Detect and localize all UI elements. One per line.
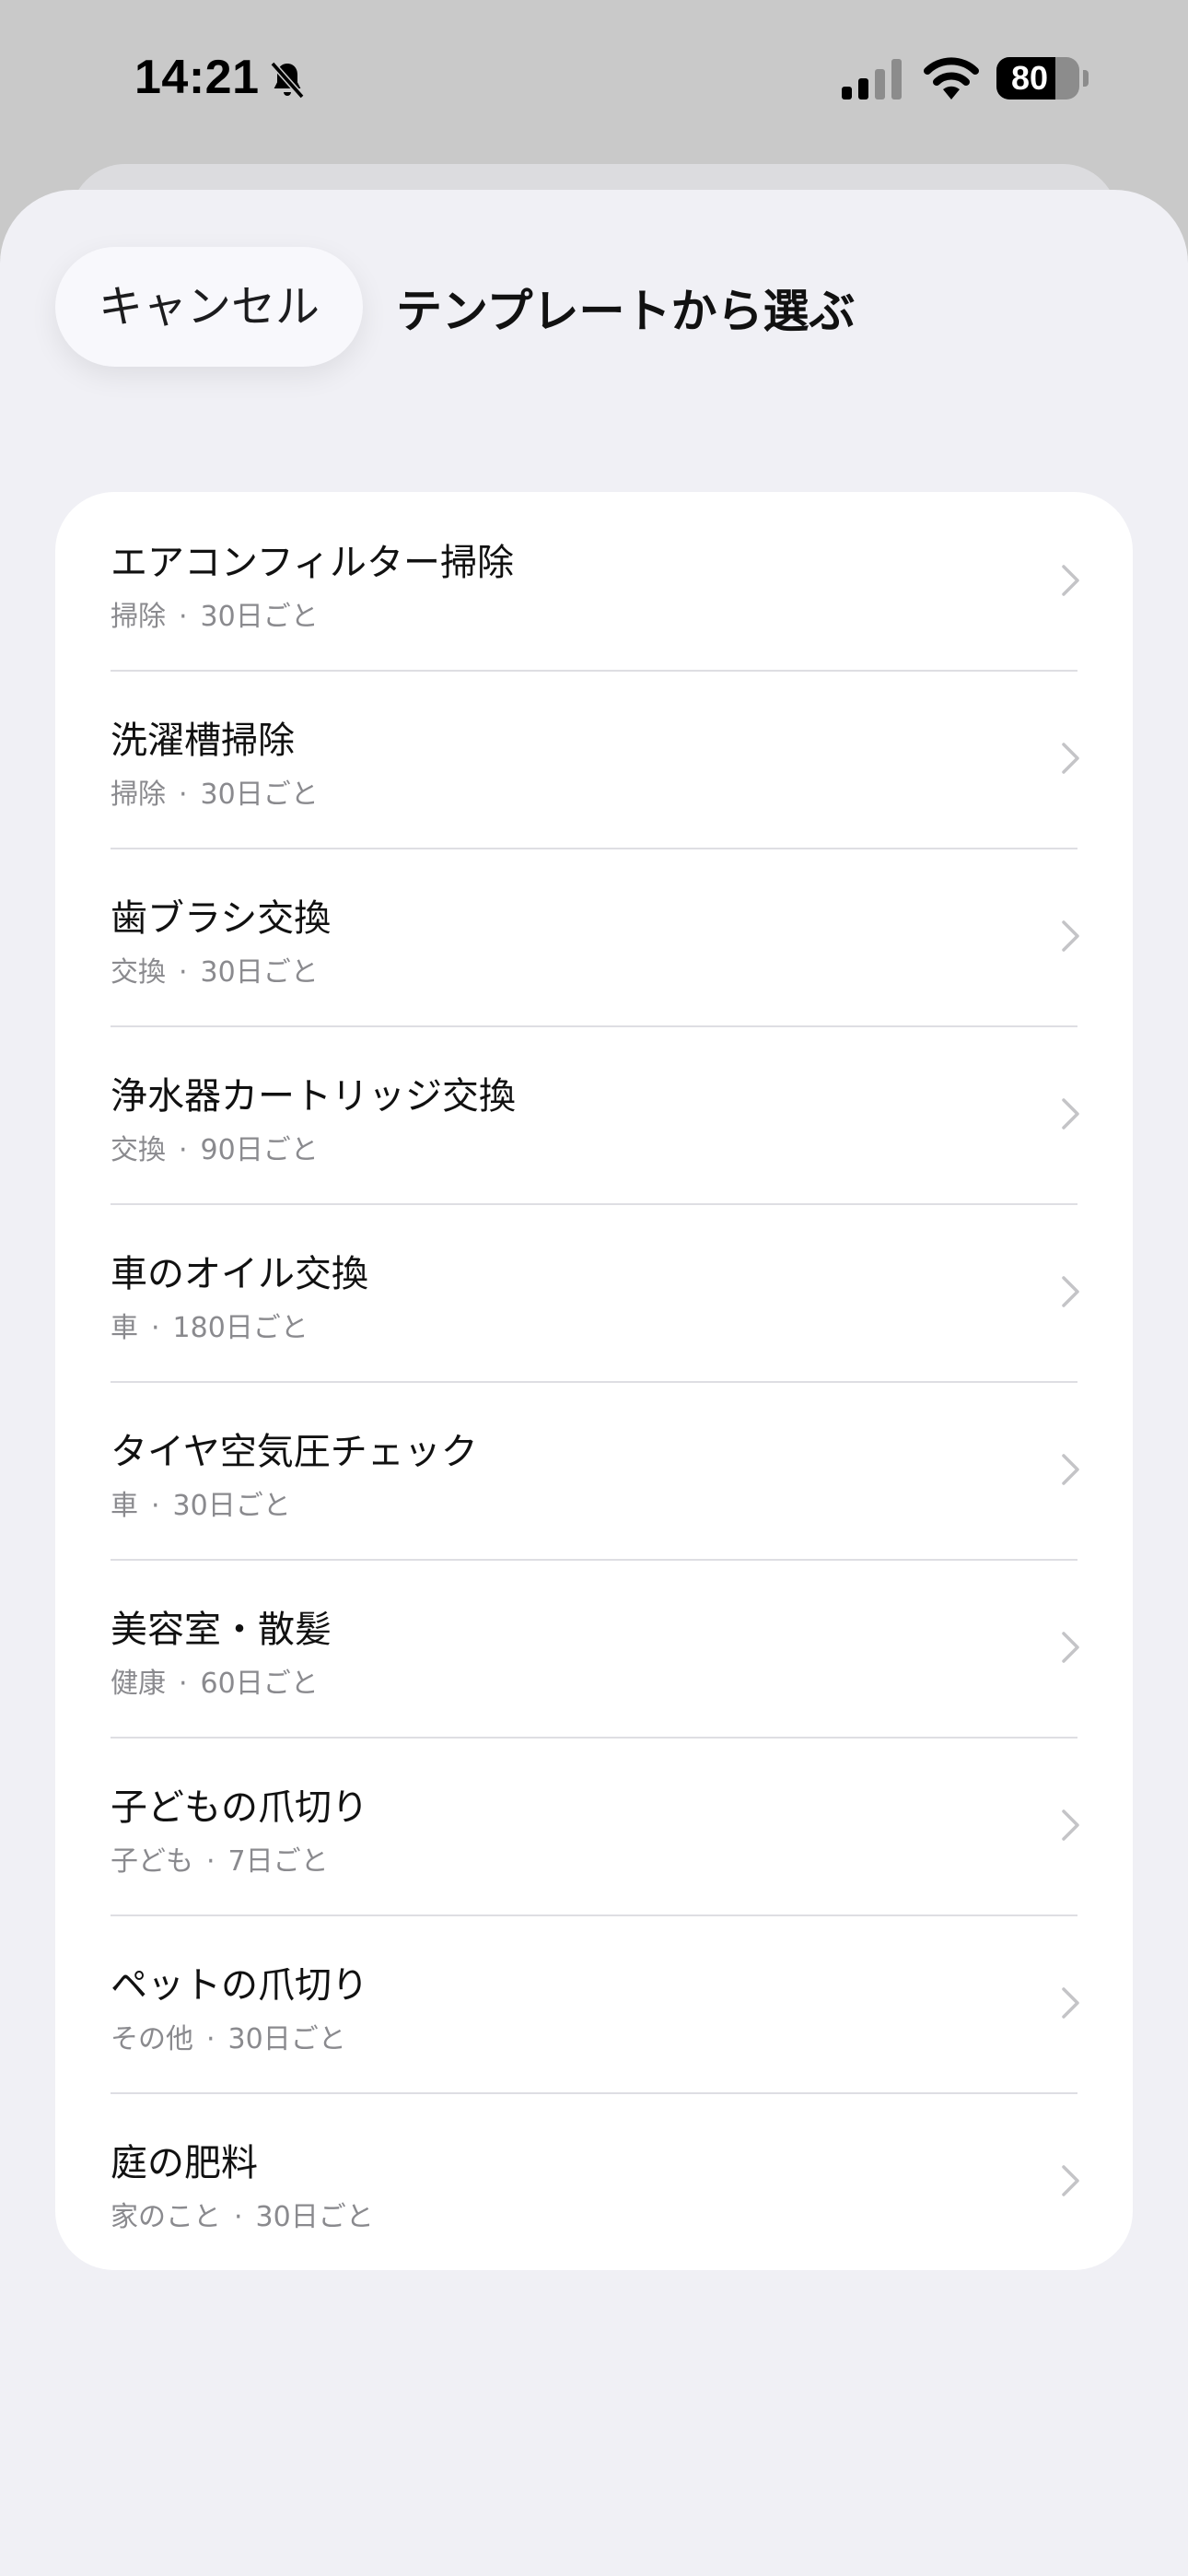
template-row[interactable]: ペットの爪切りその他 · 30日ごと xyxy=(55,1914,1133,2092)
template-subtitle: 家のこと · 30日ごと xyxy=(111,2194,374,2234)
status-time: 14:21 xyxy=(134,51,260,104)
cellular-signal-icon xyxy=(842,59,902,100)
separator-dot: · xyxy=(179,1134,188,1166)
template-row[interactable]: 車のオイル交換車 · 180日ごと xyxy=(55,1203,1133,1381)
template-subtitle: 健康 · 60日ごと xyxy=(111,1660,319,1701)
template-row[interactable]: 歯ブラシ交換交換 · 30日ごと xyxy=(55,848,1133,1025)
chevron-right-icon xyxy=(1062,1454,1079,1485)
template-title: 洗濯槽掃除 xyxy=(111,720,295,762)
template-row[interactable]: 浄水器カートリッジ交換交換 · 90日ごと xyxy=(55,1025,1133,1203)
template-title: 車のオイル交換 xyxy=(111,1253,368,1295)
separator-dot: · xyxy=(179,956,188,989)
template-interval: 30日ごと xyxy=(172,1490,291,1522)
chevron-right-icon xyxy=(1062,1809,1079,1841)
wifi-icon xyxy=(924,57,979,100)
cancel-button[interactable]: キャンセル xyxy=(55,247,363,367)
chevron-right-icon xyxy=(1062,743,1079,774)
template-title: 浄水器カートリッジ交換 xyxy=(111,1075,516,1118)
template-list: エアコンフィルター掃除 掃除 · 30日ごと 洗濯槽掃除 掃除 · 30日ごと 歯ブラシ交換 交換… xyxy=(55,492,1133,2270)
template-subtitle: 掃除 · 30日ごと xyxy=(111,593,319,634)
template-interval: 90日ごと xyxy=(200,1134,319,1166)
template-title: 美容室・散髪 xyxy=(111,1609,332,1651)
template-interval: 7日ごと xyxy=(227,1845,329,1878)
separator-dot: · xyxy=(206,1845,215,1878)
chevron-right-icon xyxy=(1062,2165,1079,2196)
separator-dot: · xyxy=(179,779,188,811)
template-subtitle: その他 · 30日ごと xyxy=(111,2016,346,2056)
separator-dot: · xyxy=(151,1490,160,1522)
template-category: 健康 xyxy=(111,1668,166,1700)
template-category: 車 xyxy=(111,1490,138,1522)
template-row[interactable]: 洗濯槽掃除掃除 · 30日ごと xyxy=(55,670,1133,848)
template-title: 歯ブラシ交換 xyxy=(111,897,332,940)
template-subtitle: 掃除 · 30日ごと xyxy=(111,771,319,812)
template-subtitle: 交換 · 90日ごと xyxy=(111,1127,319,1167)
separator-dot: · xyxy=(206,2023,215,2055)
template-row[interactable]: 子どもの爪切り子ども · 7日ごと xyxy=(55,1737,1133,1914)
battery-level: 80 xyxy=(1010,59,1049,97)
template-title: エアコンフィルター掃除 xyxy=(111,542,514,584)
template-title: ペットの爪切り xyxy=(111,1964,368,2007)
template-category: 車 xyxy=(111,1312,138,1344)
chevron-right-icon xyxy=(1062,1276,1079,1307)
separator-dot: · xyxy=(179,1668,188,1700)
chevron-right-icon xyxy=(1062,920,1079,952)
template-subtitle: 子ども · 7日ごと xyxy=(111,1838,329,1879)
separator-dot: · xyxy=(151,1312,160,1344)
chevron-right-icon xyxy=(1062,1987,1079,2019)
template-category: 交換 xyxy=(111,1134,166,1166)
template-interval: 30日ごと xyxy=(200,601,319,633)
template-title: 庭の肥料 xyxy=(111,2142,258,2184)
template-row[interactable]: 美容室・散髪健康 · 60日ごと xyxy=(55,1559,1133,1737)
template-interval: 60日ごと xyxy=(200,1668,319,1700)
template-row[interactable]: タイヤ空気圧チェック車 · 30日ごと xyxy=(55,1381,1133,1559)
template-row[interactable]: 庭の肥料家のこと · 30日ごと xyxy=(55,2092,1133,2270)
template-category: 家のこと xyxy=(111,2201,221,2233)
template-category: 掃除 xyxy=(111,601,166,633)
template-category: 掃除 xyxy=(111,779,166,811)
template-interval: 30日ごと xyxy=(200,779,319,811)
template-interval: 30日ごと xyxy=(227,2023,346,2055)
template-title: タイヤ空気圧チェック xyxy=(111,1431,478,1473)
bell-slash-icon xyxy=(270,61,305,100)
separator-dot: · xyxy=(179,601,188,633)
chevron-right-icon xyxy=(1062,1632,1079,1663)
template-interval: 30日ごと xyxy=(200,956,319,989)
template-title: 子どもの爪切り xyxy=(111,1786,368,1829)
chevron-right-icon xyxy=(1062,565,1079,596)
sheet-title: テンプレートから選ぶ xyxy=(396,285,856,338)
template-subtitle: 車 · 180日ごと xyxy=(111,1305,309,1345)
status-bar: 14:21 80 xyxy=(0,0,1188,157)
battery-icon: 80 xyxy=(996,57,1079,100)
chevron-right-icon xyxy=(1062,1098,1079,1130)
template-subtitle: 交換 · 30日ごと xyxy=(111,949,319,989)
template-interval: 180日ごと xyxy=(172,1312,309,1344)
template-row[interactable]: エアコンフィルター掃除掃除 · 30日ごと xyxy=(55,492,1133,670)
template-interval: 30日ごと xyxy=(255,2201,374,2233)
separator-dot: · xyxy=(234,2201,243,2233)
template-subtitle: 車 · 30日ごと xyxy=(111,1482,291,1523)
template-category: その他 xyxy=(111,2023,193,2055)
template-category: 子ども xyxy=(111,1845,193,1878)
template-category: 交換 xyxy=(111,956,166,989)
battery-nub xyxy=(1083,70,1089,87)
